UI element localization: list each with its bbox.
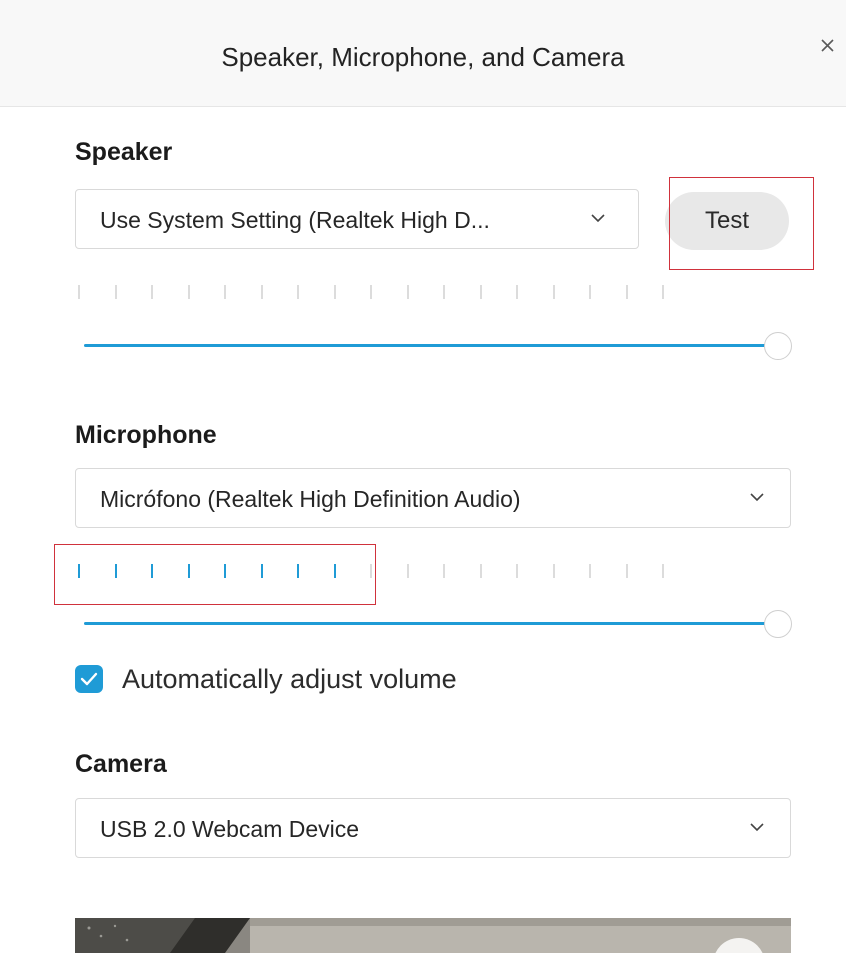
microphone-level-tick: [261, 564, 263, 578]
speaker-level-tick: [151, 285, 153, 299]
speaker-volume-slider[interactable]: [84, 332, 792, 360]
microphone-level-tick: [443, 564, 445, 578]
speaker-level-tick: [662, 285, 664, 299]
microphone-level-tick: [589, 564, 591, 578]
microphone-volume-track: [84, 622, 768, 625]
microphone-level-tick: [553, 564, 555, 578]
microphone-level-tick: [224, 564, 226, 578]
microphone-level-tick: [370, 564, 372, 578]
camera-device-select[interactable]: USB 2.0 Webcam Device: [75, 798, 791, 858]
chevron-down-icon: [750, 823, 764, 832]
checkmark-icon: [80, 672, 98, 686]
speaker-level-tick: [443, 285, 445, 299]
camera-device-value: USB 2.0 Webcam Device: [100, 816, 360, 842]
microphone-level-tick: [78, 564, 80, 578]
speaker-test-button[interactable]: Test: [665, 192, 789, 250]
microphone-level-tick: [188, 564, 190, 578]
speaker-device-value: Use System Setting (Realtek High D...: [100, 207, 490, 233]
speaker-level-meter: [78, 285, 698, 299]
microphone-volume-slider[interactable]: [84, 610, 792, 638]
dialog-header: Speaker, Microphone, and Camera: [0, 0, 846, 107]
speaker-level-tick: [224, 285, 226, 299]
close-icon[interactable]: [816, 34, 840, 58]
auto-adjust-volume-checkbox[interactable]: [75, 665, 103, 693]
speaker-level-tick: [370, 285, 372, 299]
speaker-level-tick: [334, 285, 336, 299]
microphone-device-value: Micrófono (Realtek High Definition Audio…: [100, 486, 521, 512]
microphone-level-tick: [662, 564, 664, 578]
speaker-level-tick: [261, 285, 263, 299]
microphone-level-tick: [516, 564, 518, 578]
speaker-level-tick: [407, 285, 409, 299]
dialog-title: Speaker, Microphone, and Camera: [221, 42, 625, 72]
microphone-device-select[interactable]: Micrófono (Realtek High Definition Audio…: [75, 468, 791, 528]
speaker-heading: Speaker: [75, 138, 173, 166]
speaker-level-tick: [188, 285, 190, 299]
microphone-level-meter: [78, 564, 698, 578]
speaker-level-tick: [78, 285, 80, 299]
microphone-level-tick: [334, 564, 336, 578]
speaker-device-select[interactable]: Use System Setting (Realtek High D...: [75, 189, 639, 249]
speaker-volume-thumb[interactable]: [764, 332, 792, 360]
microphone-heading: Microphone: [75, 421, 217, 449]
microphone-level-tick: [407, 564, 409, 578]
microphone-level-tick: [151, 564, 153, 578]
microphone-level-tick: [626, 564, 628, 578]
microphone-level-tick: [115, 564, 117, 578]
speaker-microphone-camera-dialog: Speaker, Microphone, and Camera Speaker …: [0, 0, 846, 953]
chevron-down-icon: [750, 493, 764, 502]
auto-adjust-volume-label: Automatically adjust volume: [122, 664, 457, 694]
speaker-level-tick: [115, 285, 117, 299]
speaker-level-tick: [589, 285, 591, 299]
microphone-level-tick: [297, 564, 299, 578]
chevron-down-icon: [591, 214, 605, 223]
speaker-level-tick: [626, 285, 628, 299]
microphone-volume-thumb[interactable]: [764, 610, 792, 638]
microphone-level-tick: [480, 564, 482, 578]
camera-preview: [75, 918, 791, 953]
speaker-level-tick: [516, 285, 518, 299]
speaker-level-tick: [553, 285, 555, 299]
speaker-level-tick: [480, 285, 482, 299]
speaker-volume-track: [84, 344, 768, 347]
speaker-level-tick: [297, 285, 299, 299]
camera-heading: Camera: [75, 750, 167, 778]
